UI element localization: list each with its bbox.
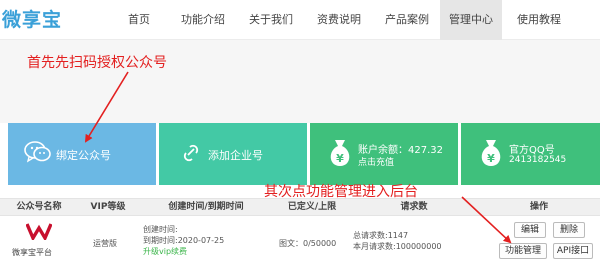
site-logo[interactable]: 微享宝	[2, 5, 62, 32]
header-time: 创建时间/到期时间	[168, 202, 244, 212]
table-row: 微享宝平台 运营版 创建时间: 到期时间:2020-07-25 升级vip续费 …	[0, 216, 600, 263]
qq-label: 官方QQ号	[509, 145, 555, 156]
upgrade-vip-link[interactable]: 升级vip续费	[143, 246, 187, 257]
created-time: 创建时间:	[143, 225, 178, 234]
money-bag-icon: ¥	[477, 137, 505, 174]
qq-card: ¥ 官方QQ号 2413182545	[461, 123, 600, 185]
account-logo-icon	[25, 222, 53, 245]
nav-item-tutorial[interactable]: 使用教程	[504, 0, 574, 40]
qq-number: 2413182545	[509, 155, 567, 165]
nav-item-cases[interactable]: 产品案例	[374, 0, 440, 40]
feature-manage-button[interactable]: 功能管理	[499, 243, 547, 259]
nav-item-management[interactable]: 管理中心	[440, 0, 502, 40]
account-name: 微享宝平台	[12, 248, 52, 257]
add-enterprise-card[interactable]: 添加企业号	[159, 123, 307, 185]
svg-text:¥: ¥	[336, 152, 344, 165]
edit-button[interactable]: 编辑	[514, 222, 546, 238]
svg-text:¥: ¥	[487, 152, 495, 165]
api-button[interactable]: API接口	[553, 243, 593, 259]
balance-amount: 账户余额：427.32	[358, 145, 443, 156]
annotation-step-2: 其次点功能管理进入后台	[264, 184, 418, 200]
nav-item-pricing[interactable]: 资费说明	[306, 0, 372, 40]
header-account-name: 公众号名称	[16, 202, 62, 212]
expire-time: 到期时间:2020-07-25	[143, 236, 225, 245]
add-enterprise-label: 添加企业号	[208, 149, 263, 162]
total-requests: 总请求数:1147	[353, 231, 409, 240]
annotation-step-1: 首先先扫码授权公众号	[27, 55, 167, 71]
dashboard-cards: 绑定公众号 添加企业号 ¥ 账户余额：427.32 点击充值 ¥ 官方QQ号 2…	[0, 123, 600, 185]
header-vip: VIP等级	[90, 202, 126, 212]
header-requests: 请求数	[400, 202, 428, 212]
nav-item-home[interactable]: 首页	[110, 0, 168, 40]
balance-card[interactable]: ¥ 账户余额：427.32 点击充值	[310, 123, 458, 185]
vip-level: 运营版	[93, 239, 117, 248]
header-actions: 操作	[529, 202, 548, 212]
delete-button[interactable]: 删除	[553, 222, 585, 238]
month-requests: 本月请求数:100000000	[353, 242, 442, 251]
nav-item-about[interactable]: 关于我们	[238, 0, 304, 40]
enterprise-icon	[179, 141, 203, 170]
bind-public-account-label: 绑定公众号	[56, 149, 111, 162]
header-defined: 已定义/上限	[287, 202, 337, 212]
recharge-link[interactable]: 点击充值	[358, 155, 394, 168]
top-nav: 微享宝 首页 功能介绍 关于我们 资费说明 产品案例 管理中心 使用教程	[0, 0, 600, 40]
nav-item-features[interactable]: 功能介绍	[170, 0, 236, 40]
wechat-icon	[24, 140, 52, 169]
bind-public-account-card[interactable]: 绑定公众号	[8, 123, 156, 185]
defined-limit: 图文：0/50000	[279, 239, 337, 248]
money-bag-icon: ¥	[326, 137, 354, 174]
